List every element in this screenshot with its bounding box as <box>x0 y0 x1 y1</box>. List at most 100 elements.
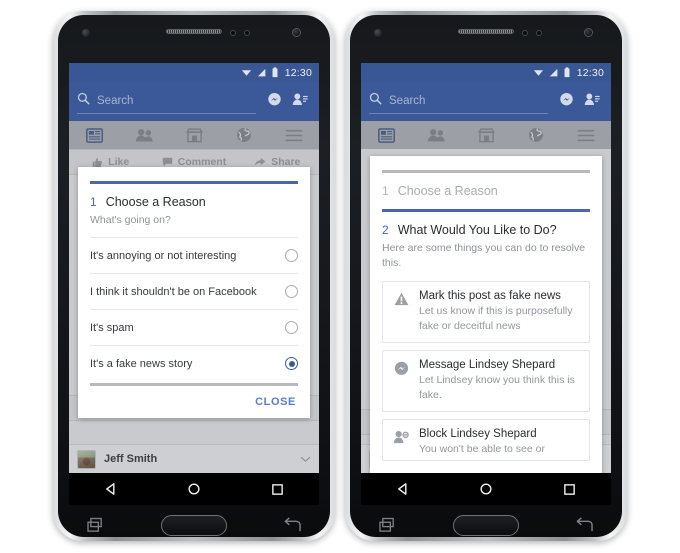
search-icon <box>77 92 90 110</box>
step1-number: 1 <box>382 184 389 198</box>
phone-body: 12:30 Search <box>350 15 622 537</box>
step1-title: Choose a Reason <box>397 184 498 198</box>
messenger-icon[interactable] <box>559 92 574 112</box>
search-placeholder: Search <box>389 95 426 107</box>
phone-body: 12:30 Search <box>58 15 330 537</box>
step2-header: 2 What Would You Like to Do? <box>382 223 590 237</box>
action-card-desc: Let us know if this is purposefully fake… <box>419 305 573 333</box>
marketplace-icon[interactable] <box>169 121 219 149</box>
news-feed-icon[interactable] <box>361 121 411 149</box>
marketplace-icon[interactable] <box>461 121 511 149</box>
home-circle-icon[interactable] <box>444 482 527 496</box>
step1-header[interactable]: 1 Choose a Reason <box>382 184 590 198</box>
action-card-mark-fake-news[interactable]: Mark this post as fake news Let us know … <box>382 281 590 344</box>
front-camera-icon <box>292 28 301 37</box>
post-author-name: Jeff Smith <box>104 453 158 465</box>
recents-hw-icon[interactable] <box>85 517 107 533</box>
search-icon <box>369 92 382 110</box>
wifi-icon <box>533 67 544 78</box>
search-input[interactable]: Search <box>369 89 548 114</box>
action-card-title: Mark this post as fake news <box>419 290 561 303</box>
search-bar-actions <box>267 92 311 112</box>
step1-number: 1 <box>90 195 97 209</box>
step2-subtitle: Here are some things you can do to resol… <box>382 242 586 270</box>
android-status-bar: 12:30 <box>361 63 611 82</box>
radio-button[interactable] <box>285 285 298 299</box>
notifications-globe-icon[interactable] <box>219 121 269 149</box>
warning-triangle-icon <box>392 290 410 334</box>
phone-left: 12:30 Search Like Comment Share Jeff Smi… <box>53 11 335 541</box>
friends-icon[interactable] <box>411 121 461 149</box>
radio-button[interactable] <box>285 321 298 335</box>
proximity-sensor-icon <box>522 30 528 36</box>
recents-hw-icon[interactable] <box>377 517 399 533</box>
post-author-row[interactable]: Jeff Smith <box>69 444 319 473</box>
reason-label: It's a fake news story <box>90 357 193 370</box>
reason-option-shouldnt-be-on-facebook[interactable]: I think it shouldn't be on Facebook <box>90 273 298 309</box>
back-triangle-icon[interactable] <box>361 482 444 496</box>
close-button[interactable]: CLOSE <box>255 396 296 408</box>
signal-icon <box>257 68 267 78</box>
action-card-list: Mark this post as fake news Let us know … <box>382 281 590 462</box>
home-circle-icon[interactable] <box>152 482 235 496</box>
friend-requests-icon[interactable] <box>292 92 308 111</box>
action-card-text: Message Lindsey Shepard Let Lindsey know… <box>419 359 580 403</box>
notifications-globe-icon[interactable] <box>511 121 561 149</box>
proximity-sensor-icon <box>230 30 236 36</box>
back-triangle-icon[interactable] <box>69 482 152 496</box>
recents-square-icon[interactable] <box>236 483 319 496</box>
reason-label: I think it shouldn't be on Facebook <box>90 285 257 298</box>
avatar <box>77 449 96 469</box>
back-hw-icon[interactable] <box>281 517 303 533</box>
notification-led-icon <box>82 29 90 37</box>
step2-number: 2 <box>382 223 389 237</box>
step1-title: Choose a Reason <box>105 195 206 209</box>
chevron-down-icon[interactable] <box>300 450 311 468</box>
signal-icon <box>549 68 559 78</box>
battery-icon <box>564 67 570 78</box>
phone-screen-left: 12:30 Search Like Comment Share Jeff Smi… <box>69 63 319 473</box>
facebook-nav-tabs <box>69 121 319 149</box>
menu-icon[interactable] <box>269 121 319 149</box>
reason-option-annoying[interactable]: It's annoying or not interesting <box>90 237 298 273</box>
reason-option-fake-news[interactable]: It's a fake news story <box>90 345 298 381</box>
search-input[interactable]: Search <box>77 89 256 114</box>
top-bezel <box>350 15 622 63</box>
dialog-footer: CLOSE <box>78 386 310 418</box>
action-card-desc: Let Lindsey know you think this is fake. <box>419 374 575 402</box>
wifi-icon <box>241 67 252 78</box>
action-card-title: Block Lindsey Shepard <box>419 428 537 441</box>
radio-button[interactable] <box>285 249 298 263</box>
menu-icon[interactable] <box>561 121 611 149</box>
dialog-body: 1 Choose a Reason 2 What Would You Like … <box>370 170 602 462</box>
light-sensor-icon <box>244 30 250 36</box>
step1-header: 1 Choose a Reason <box>90 195 298 209</box>
hardware-button-row <box>350 505 622 537</box>
report-dialog-step2: 1 Choose a Reason 2 What Would You Like … <box>370 156 602 473</box>
action-card-text: Block Lindsey Shepard You won't be able … <box>419 428 580 460</box>
search-bar-actions <box>559 92 603 112</box>
status-bar-clock: 12:30 <box>284 66 312 79</box>
action-card-message-user[interactable]: Message Lindsey Shepard Let Lindsey know… <box>382 350 590 413</box>
messenger-icon[interactable] <box>267 92 282 112</box>
notification-led-icon <box>374 29 382 37</box>
news-feed-icon[interactable] <box>69 121 119 149</box>
reason-option-spam[interactable]: It's spam <box>90 309 298 345</box>
friend-requests-icon[interactable] <box>584 92 600 111</box>
home-hw-button[interactable] <box>453 514 519 536</box>
step2-title: What Would You Like to Do? <box>397 223 557 237</box>
step1-subtitle: What's going on? <box>90 214 171 226</box>
step2-progress-rule <box>382 209 590 212</box>
search-placeholder: Search <box>97 95 134 107</box>
facebook-search-bar: Search <box>361 82 611 121</box>
earpiece-speaker-icon <box>166 29 222 34</box>
home-hw-button[interactable] <box>161 514 227 536</box>
battery-icon <box>272 67 278 78</box>
recents-square-icon[interactable] <box>528 483 611 496</box>
step1-progress-rule <box>382 170 590 173</box>
dialog-footer: BACK CLOSE <box>370 468 602 473</box>
action-card-block-user[interactable]: Block Lindsey Shepard You won't be able … <box>382 419 590 462</box>
back-hw-icon[interactable] <box>573 517 595 533</box>
radio-button-selected[interactable] <box>285 357 298 371</box>
friends-icon[interactable] <box>119 121 169 149</box>
